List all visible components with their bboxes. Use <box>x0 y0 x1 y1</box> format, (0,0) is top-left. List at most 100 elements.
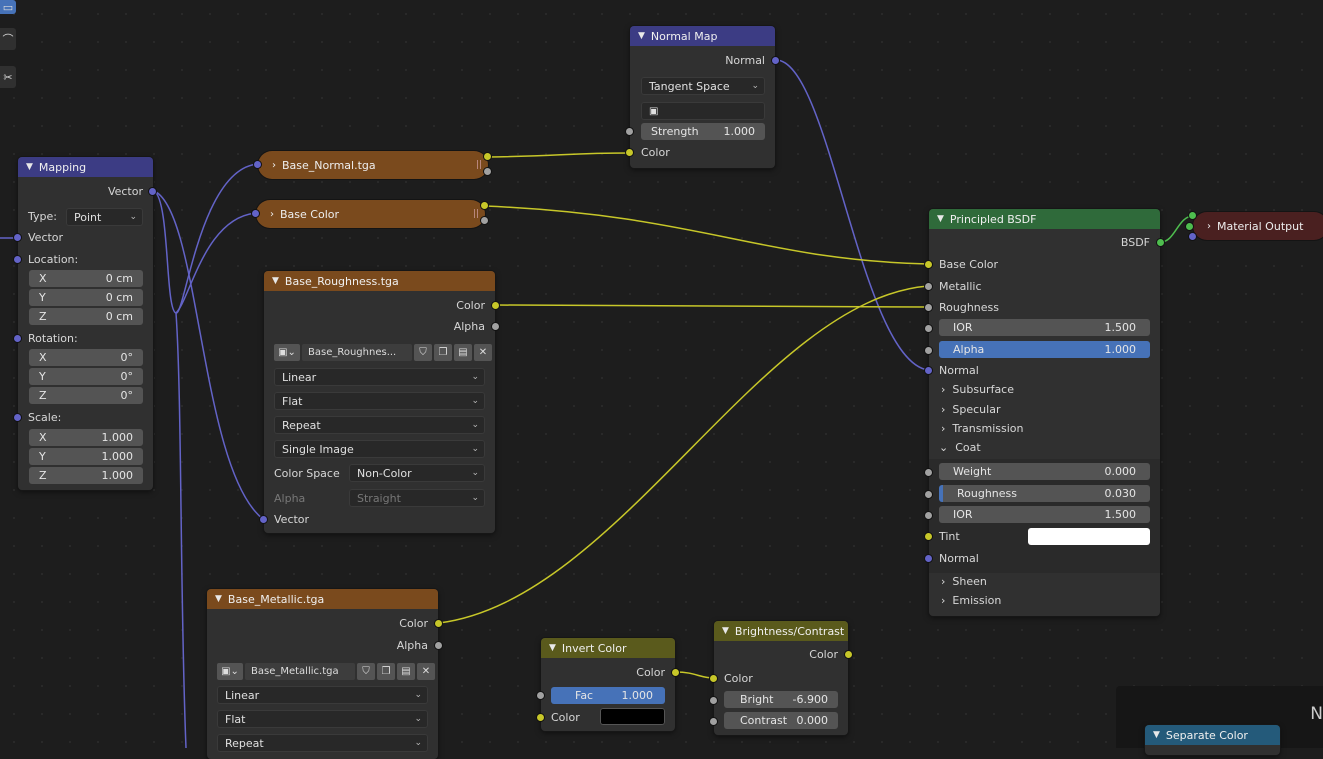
bsdf-roughness-socket[interactable] <box>925 304 932 311</box>
duplicate-icon[interactable]: ❐ <box>377 662 395 680</box>
metallic-color-socket[interactable] <box>435 620 442 627</box>
bsdf-normal-socket[interactable] <box>925 367 932 374</box>
material-output-volume-socket[interactable] <box>1186 223 1193 230</box>
bsdf-alpha-field[interactable]: Alpha 1.000 <box>939 341 1150 358</box>
normal-map-strength-field[interactable]: Strength 1.000 <box>641 123 765 140</box>
bsdf-panel-sheen[interactable]: › Sheen <box>941 575 987 588</box>
bsdf-out-socket[interactable] <box>1157 239 1164 246</box>
base-normal-node[interactable]: › Base_Normal.tga || <box>258 151 488 179</box>
metallic-projection-dropdown[interactable]: Flat ⌄ <box>217 710 428 728</box>
material-output-surface-socket[interactable] <box>1189 212 1196 219</box>
metallic-image-selector[interactable]: ▣⌄ Base_Metallic.tga ⛉ ❐ ▤ ✕ <box>217 662 435 680</box>
cut-links-tool-button[interactable]: ✂ <box>0 66 16 88</box>
mapping-scale-socket[interactable] <box>14 414 21 421</box>
roughness-source-dropdown[interactable]: Single Image ⌄ <box>274 440 485 458</box>
open-folder-icon[interactable]: ▤ <box>397 662 415 680</box>
duplicate-icon[interactable]: ❐ <box>434 343 452 361</box>
close-icon[interactable]: ✕ <box>417 662 435 680</box>
mapping-loc-y[interactable]: Y0 cm <box>29 289 143 306</box>
material-output-node[interactable]: › Material Output <box>1193 212 1323 240</box>
mapping-rot-y[interactable]: Y 0° <box>29 368 143 385</box>
mapping-rot-x[interactable]: X 0° <box>29 349 143 366</box>
normal-map-uv-field[interactable]: ▣ <box>641 102 765 120</box>
roughness-image-selector[interactable]: ▣⌄ Base_Roughnes... ⛉ ❐ ▤ ✕ <box>274 343 492 361</box>
select-tool-button[interactable]: ▭ <box>0 0 16 14</box>
bsdf-coat-roughness-field[interactable]: Roughness 0.030 <box>939 485 1150 502</box>
bsdf-coat-weight-socket[interactable] <box>925 469 932 476</box>
mapping-header[interactable]: ▼ Mapping <box>18 157 153 177</box>
roughness-colorspace-dropdown[interactable]: Non-Color ⌄ <box>349 464 485 482</box>
normal-map-space-dropdown[interactable]: Tangent Space ⌄ <box>641 77 765 95</box>
chevron-down-icon[interactable]: ▼ <box>215 594 222 604</box>
bc-bright-socket[interactable] <box>710 697 717 704</box>
open-folder-icon[interactable]: ▤ <box>454 343 472 361</box>
chevron-down-icon[interactable]: ▼ <box>26 162 33 172</box>
image-browse-icon[interactable]: ▣⌄ <box>217 662 243 680</box>
roughness-texture-node[interactable]: ▼ Base_Roughness.tga Color Alpha ▣⌄ Base_… <box>260 271 499 533</box>
mapping-out-vector-socket[interactable] <box>149 188 156 195</box>
bsdf-metallic-socket[interactable] <box>925 283 932 290</box>
invert-fac-socket[interactable] <box>537 692 544 699</box>
principled-bsdf-node[interactable]: ▼ Principled BSDF BSDF Base Color Metalli… <box>925 209 1164 616</box>
bsdf-coat-ior-field[interactable]: IOR 1.500 <box>939 506 1150 523</box>
roughness-alpha-socket[interactable] <box>492 323 499 330</box>
bsdf-header[interactable]: ▼ Principled BSDF <box>929 209 1160 229</box>
bsdf-coat-roughness-socket[interactable] <box>925 491 932 498</box>
chevron-down-icon[interactable]: ▼ <box>638 31 645 41</box>
roughness-header[interactable]: ▼ Base_Roughness.tga <box>264 271 495 291</box>
normal-map-header[interactable]: ▼ Normal Map <box>630 26 775 46</box>
mapping-rot-z[interactable]: Z 0° <box>29 387 143 404</box>
bsdf-panel-transmission[interactable]: › Transmission <box>941 422 1023 435</box>
bc-color-in-socket[interactable] <box>710 675 717 682</box>
bsdf-tint-swatch[interactable] <box>1028 528 1150 545</box>
close-icon[interactable]: ✕ <box>474 343 492 361</box>
bsdf-coat-normal-socket[interactable] <box>925 555 932 562</box>
roughness-color-socket[interactable] <box>492 302 499 309</box>
chevron-right-icon[interactable]: › <box>272 160 276 171</box>
metallic-alpha-socket[interactable] <box>435 642 442 649</box>
invert-header[interactable]: ▼ Invert Color <box>541 638 675 658</box>
mapping-node[interactable]: ▼ Mapping Vector Type: Point ⌄ Vector Loca… <box>14 157 156 490</box>
chevron-down-icon[interactable]: ▼ <box>722 626 729 636</box>
bsdf-tint-socket[interactable] <box>925 533 932 540</box>
bc-contrast-socket[interactable] <box>710 718 717 725</box>
metallic-image-name[interactable]: Base_Metallic.tga <box>245 662 355 680</box>
mapping-in-vector-socket[interactable] <box>14 234 21 241</box>
roughness-vector-socket[interactable] <box>260 516 267 523</box>
invert-color-node[interactable]: ▼ Invert Color Color Fac 1.000 Color <box>537 638 679 731</box>
chevron-down-icon[interactable]: ▼ <box>1153 730 1160 740</box>
base-color-node[interactable]: › Base Color || <box>256 200 485 228</box>
material-output-displacement-socket[interactable] <box>1189 233 1196 240</box>
metallic-extension-dropdown[interactable]: Repeat ⌄ <box>217 734 428 752</box>
mapping-scl-z[interactable]: Z 1.000 <box>29 467 143 484</box>
roughness-interpolation-dropdown[interactable]: Linear ⌄ <box>274 368 485 386</box>
mapping-rotation-socket[interactable] <box>14 335 21 342</box>
invert-color-swatch[interactable] <box>600 708 665 725</box>
bsdf-panel-subsurface[interactable]: › Subsurface <box>941 383 1014 396</box>
mapping-type-dropdown[interactable]: Point ⌄ <box>66 208 143 226</box>
base-normal-alpha-socket[interactable] <box>484 168 491 175</box>
bsdf-coat-weight-field[interactable]: Weight 0.000 <box>939 463 1150 480</box>
base-color-alpha-socket[interactable] <box>481 217 488 224</box>
grip-icon[interactable]: || <box>476 160 482 170</box>
roughness-extension-dropdown[interactable]: Repeat ⌄ <box>274 416 485 434</box>
bsdf-ior-socket[interactable] <box>925 325 932 332</box>
bc-bright-field[interactable]: Bright -6.900 <box>724 691 838 708</box>
chevron-right-icon[interactable]: › <box>270 209 274 220</box>
invert-fac-field[interactable]: Fac 1.000 <box>551 687 665 704</box>
normal-map-out-socket[interactable] <box>772 57 779 64</box>
base-normal-color-socket[interactable] <box>484 153 491 160</box>
chevron-right-icon[interactable]: › <box>1207 221 1211 232</box>
separate-header[interactable]: ▼ Separate Color <box>1145 725 1280 745</box>
separate-color-node[interactable]: ▼ Separate Color <box>1145 725 1280 755</box>
mapping-scl-x[interactable]: X 1.000 <box>29 429 143 446</box>
invert-color-out-socket[interactable] <box>672 669 679 676</box>
normal-map-strength-socket[interactable] <box>626 128 633 135</box>
mapping-scl-y[interactable]: Y 1.000 <box>29 448 143 465</box>
chevron-down-icon[interactable]: ▼ <box>937 214 944 224</box>
base-color-vector-socket[interactable] <box>252 210 259 217</box>
image-browse-icon[interactable]: ▣⌄ <box>274 343 300 361</box>
chevron-down-icon[interactable]: ▼ <box>272 276 279 286</box>
base-color-color-socket[interactable] <box>481 202 488 209</box>
metallic-header[interactable]: ▼ Base_Metallic.tga <box>207 589 438 609</box>
